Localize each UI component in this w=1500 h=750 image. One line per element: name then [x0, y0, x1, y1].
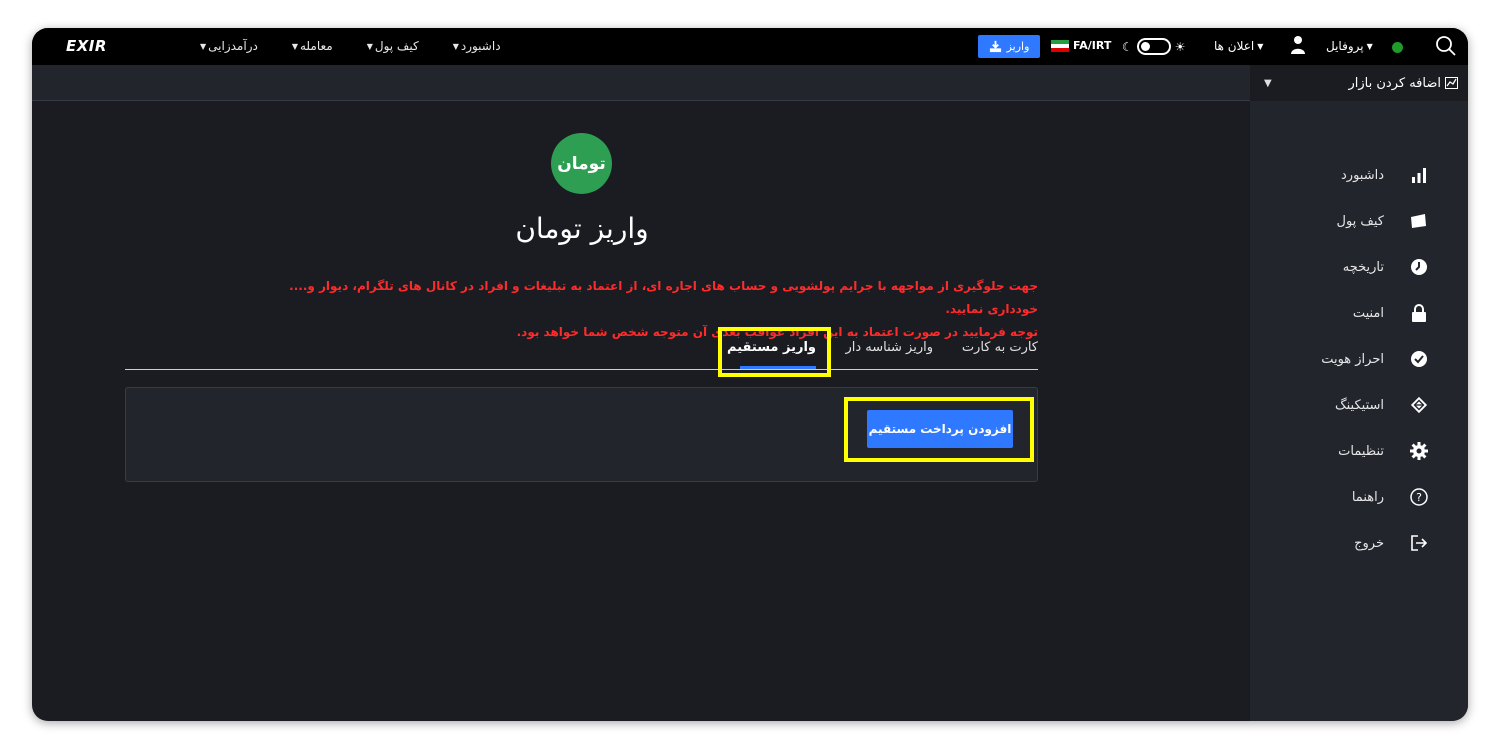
tab-id-deposit[interactable]: واریز شناسه دار	[845, 340, 933, 355]
sidebar-item-logout[interactable]: خروج	[1250, 520, 1468, 566]
sidebar-item-wallet[interactable]: کیف پول	[1250, 198, 1468, 244]
caret-down-icon: ▼	[1264, 77, 1272, 89]
sidebar-menu: داشبورد کیف پول تاریخچه امنیت احراز هویت…	[1250, 152, 1468, 566]
main-content: تومان واریز تومان جهت جلوگیری از مواجهه …	[32, 102, 1250, 721]
sidebar-item-label: راهنما	[1351, 489, 1384, 505]
caret-down-icon: ▼	[366, 41, 373, 51]
chart-icon	[1445, 77, 1458, 89]
sidebar-item-label: احراز هویت	[1321, 351, 1384, 367]
moon-icon: ☾	[1122, 39, 1133, 54]
deposit-method-tabs: کارت به کارت واریز شناسه دار واریز مستقی…	[125, 330, 1038, 370]
sidebar-item-label: داشبورد	[1341, 167, 1384, 183]
verified-badge-icon	[1410, 350, 1428, 368]
logout-icon	[1410, 534, 1428, 552]
sidebar-item-dashboard[interactable]: داشبورد	[1250, 152, 1468, 198]
nav-dashboard[interactable]: ▼ داشبورد	[453, 39, 501, 53]
wallet-icon	[1410, 212, 1428, 230]
nav-wallet-label: کیف پول	[374, 39, 419, 53]
theme-switch[interactable]: ☾ ☀	[1122, 38, 1186, 55]
page-title: واریز تومان	[515, 212, 649, 245]
caret-down-icon: ▼	[200, 41, 207, 51]
download-icon	[989, 40, 1001, 53]
add-market-dropdown[interactable]: ▼ اضافه کردن بازار	[1250, 65, 1468, 101]
nav-trade-label: معامله	[299, 39, 333, 53]
sidebar-item-label: خروج	[1354, 535, 1384, 551]
sidebar-item-label: تاریخچه	[1342, 259, 1384, 275]
help-icon: ?	[1410, 488, 1428, 506]
caret-down-icon: ▼	[452, 41, 459, 51]
exir-logo[interactable]: EXIR	[66, 37, 107, 55]
user-icon[interactable]	[1290, 35, 1306, 55]
nav-dashboard-label: داشبورد	[460, 39, 501, 53]
add-market-label: اضافه کردن بازار	[1348, 75, 1441, 91]
sun-icon: ☀	[1174, 39, 1186, 54]
profile-menu[interactable]: پروفایل ▼	[1326, 39, 1373, 53]
notifications-menu[interactable]: اعلان ها ▼	[1214, 39, 1263, 53]
sidebar-item-help[interactable]: راهنما ?	[1250, 474, 1468, 520]
language-label: FA/IRT	[1073, 39, 1112, 52]
sidebar-item-security[interactable]: امنیت	[1250, 290, 1468, 336]
tab-card-to-card[interactable]: کارت به کارت	[962, 340, 1038, 355]
gear-icon	[1410, 442, 1428, 460]
sidebar-item-identity-verification[interactable]: احراز هویت	[1250, 336, 1468, 382]
bar-chart-icon	[1410, 166, 1428, 184]
warning-line-1: جهت جلوگیری از مواجهه با جرایم پولشویی و…	[289, 279, 1038, 316]
search-icon[interactable]	[1435, 35, 1457, 57]
caret-down-icon: ▼	[291, 41, 298, 51]
top-nav: ▼ درآمدزایی ▼ معامله ▼ کیف پول ▼ داشبورد	[200, 39, 501, 53]
app-window: EXIR ▼ درآمدزایی ▼ معامله ▼ کیف پول ▼ دا…	[32, 28, 1468, 721]
toman-currency-badge: تومان	[551, 133, 612, 194]
caret-down-icon: ▼	[1366, 42, 1373, 51]
top-bar: EXIR ▼ درآمدزایی ▼ معامله ▼ کیف پول ▼ دا…	[32, 28, 1468, 65]
deposit-button-label: واریز	[1006, 40, 1030, 53]
svg-text:?: ?	[1416, 491, 1422, 504]
theme-toggle[interactable]	[1136, 38, 1171, 55]
clock-icon	[1410, 258, 1428, 276]
nav-trade[interactable]: ▼ معامله	[292, 39, 333, 53]
notifications-label: اعلان ها	[1214, 39, 1255, 53]
nav-income[interactable]: ▼ درآمدزایی	[200, 39, 258, 53]
sub-header-bar	[32, 65, 1250, 101]
profile-label: پروفایل	[1326, 39, 1364, 53]
sidebar-item-staking[interactable]: استیکینگ	[1250, 382, 1468, 428]
caret-down-icon: ▼	[1257, 42, 1264, 51]
deposit-button[interactable]: واریز	[978, 35, 1040, 58]
sidebar: ▼ اضافه کردن بازار داشبورد کیف پول تاریخ…	[1250, 65, 1468, 721]
sidebar-item-history[interactable]: تاریخچه	[1250, 244, 1468, 290]
sidebar-item-label: امنیت	[1352, 305, 1384, 321]
lock-icon	[1410, 304, 1428, 322]
nav-income-label: درآمدزایی	[208, 39, 258, 53]
sidebar-item-label: استیکینگ	[1334, 397, 1384, 413]
tab-highlight-box	[718, 327, 831, 377]
online-status-dot	[1392, 42, 1403, 53]
sidebar-item-label: کیف پول	[1336, 213, 1384, 229]
sidebar-item-settings[interactable]: تنظیمات	[1250, 428, 1468, 474]
nav-wallet[interactable]: ▼ کیف پول	[367, 39, 419, 53]
staking-icon	[1410, 396, 1428, 414]
add-direct-payment-button[interactable]: افزودن پرداخت مستقیم	[867, 410, 1013, 448]
sidebar-item-label: تنظیمات	[1338, 443, 1384, 459]
language-currency-selector[interactable]: FA/IRT	[1051, 39, 1111, 52]
iran-flag-icon	[1051, 39, 1069, 52]
